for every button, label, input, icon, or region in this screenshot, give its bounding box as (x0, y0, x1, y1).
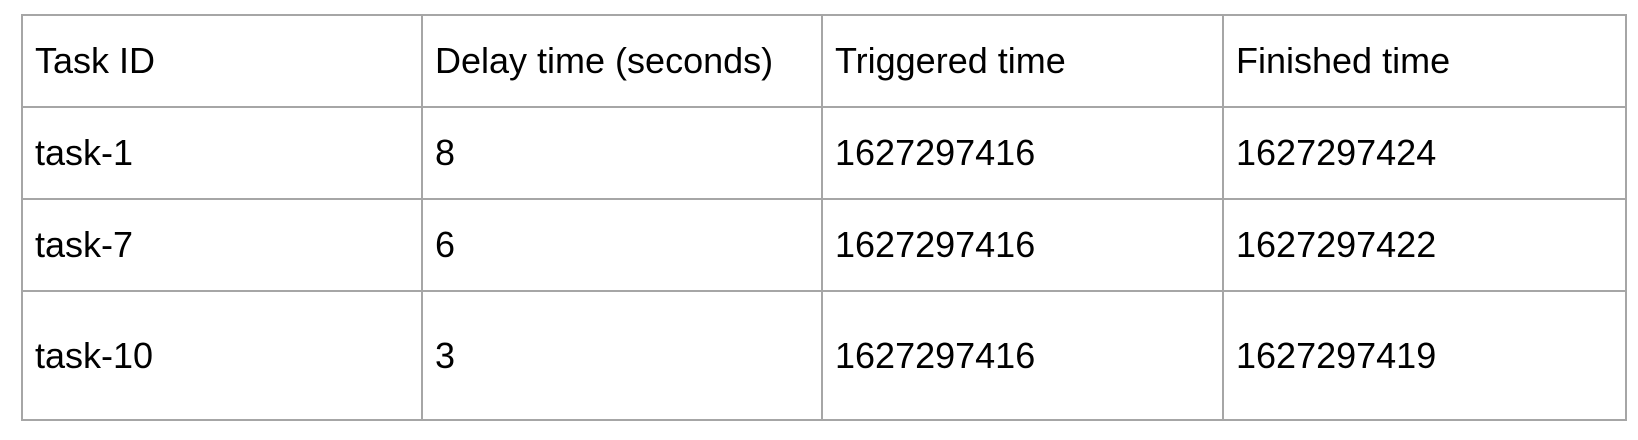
header-task-id: Task ID (21, 14, 423, 108)
cell-triggered-time: 1627297416 (821, 106, 1224, 200)
cell-task-id: task-1 (21, 106, 423, 200)
table-row: task-1 8 1627297416 1627297424 (21, 106, 1627, 200)
task-table-container: Task ID Delay time (seconds) Triggered t… (21, 14, 1627, 421)
cell-finished-time: 1627297419 (1222, 290, 1627, 421)
cell-task-id: task-7 (21, 198, 423, 292)
table-row: task-10 3 1627297416 1627297419 (21, 290, 1627, 421)
cell-task-id: task-10 (21, 290, 423, 421)
table-row: task-7 6 1627297416 1627297422 (21, 198, 1627, 292)
cell-delay-time: 8 (421, 106, 823, 200)
header-finished-time: Finished time (1222, 14, 1627, 108)
task-table: Task ID Delay time (seconds) Triggered t… (21, 14, 1627, 421)
header-delay-time: Delay time (seconds) (421, 14, 823, 108)
cell-finished-time: 1627297422 (1222, 198, 1627, 292)
header-triggered-time: Triggered time (821, 14, 1224, 108)
cell-triggered-time: 1627297416 (821, 290, 1224, 421)
cell-delay-time: 3 (421, 290, 823, 421)
cell-delay-time: 6 (421, 198, 823, 292)
table-header-row: Task ID Delay time (seconds) Triggered t… (21, 14, 1627, 108)
cell-finished-time: 1627297424 (1222, 106, 1627, 200)
cell-triggered-time: 1627297416 (821, 198, 1224, 292)
